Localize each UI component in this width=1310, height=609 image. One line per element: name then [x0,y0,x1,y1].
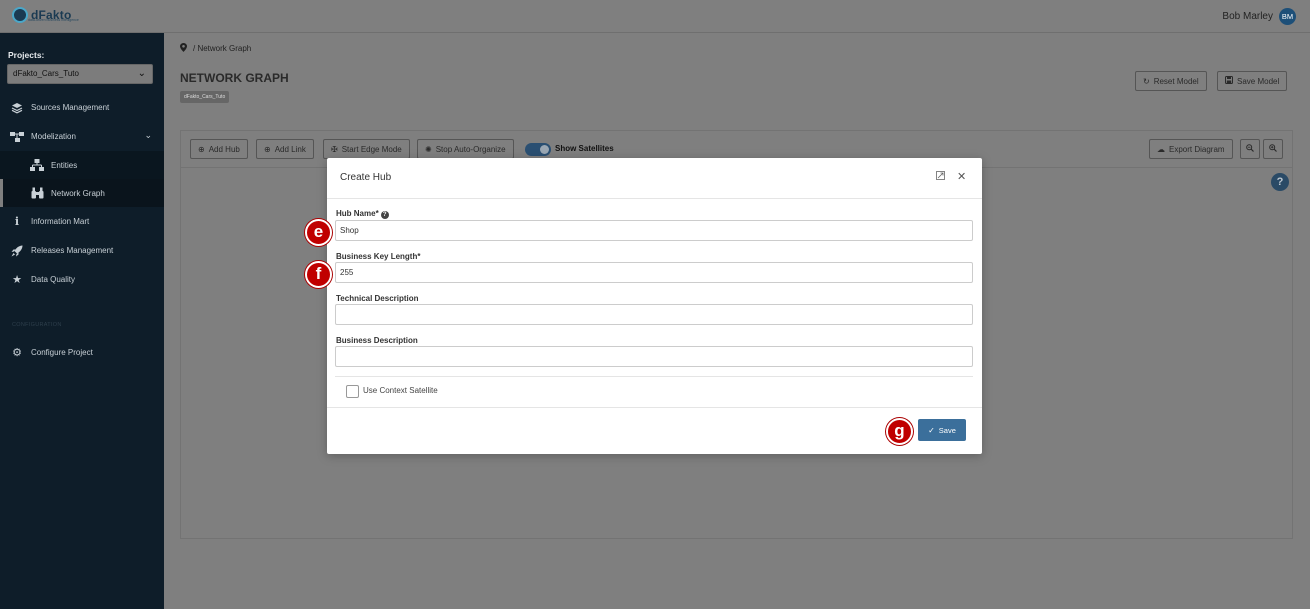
start-edge-mode-button[interactable]: ✠ Start Edge Mode [323,139,410,159]
rocket-icon [10,244,24,258]
project-select[interactable]: dFakto_Cars_Tuto ⌄ [7,64,153,84]
hub-name-label-text: Hub Name* [336,209,379,218]
edge-mode-label: Start Edge Mode [341,144,402,154]
projects-label: Projects: [8,50,45,60]
project-select-value: dFakto_Cars_Tuto [13,69,79,78]
check-icon: ✓ [928,425,935,435]
breadcrumb: / Network Graph [180,43,251,54]
sitemap-icon [10,130,24,144]
project-badge: dFakto_Cars_Tuto [180,91,230,103]
reset-model-button[interactable]: ↻ Reset Model [1135,71,1207,91]
export-diagram-label: Export Diagram [1169,144,1225,154]
sidebar-item-network-graph[interactable]: Network Graph [0,179,164,207]
sidebar-item-configure-project[interactable]: ⚙ Configure Project [0,338,164,367]
show-satellites-label: Show Satellites [555,144,614,153]
sidebar-item-releases-management[interactable]: Releases Management [0,236,164,265]
add-link-label: Add Link [274,144,306,154]
entities-icon [30,158,44,172]
annotation-marker-e: e [305,219,332,246]
map-marker-icon[interactable] [180,43,187,54]
question-circle-icon[interactable]: ? [380,211,389,219]
avatar[interactable]: BM [1279,8,1296,25]
sidebar-item-label: Sources Management [31,103,110,112]
bug-icon: ✺ [425,144,432,154]
use-context-satellite-label: Use Context Satellite [363,386,438,395]
sidebar-item-information-mart[interactable]: i Information Mart [0,207,164,236]
add-link-button[interactable]: ⊕ Add Link [256,139,314,159]
close-icon[interactable]: ✕ [957,170,966,183]
save-label: Save [938,425,956,435]
star-icon: ★ [12,274,22,286]
annotation-marker-f: f [305,261,332,288]
binoculars-icon [30,186,44,200]
add-hub-label: Add Hub [208,144,240,154]
chevron-down-icon: ⌄ [137,68,146,79]
logo-icon [12,7,28,23]
sidebar-item-modelization[interactable]: Modelization ⌄ [0,122,164,151]
sidebar-item-label: Modelization [31,132,76,141]
logo-subtitle: data-driven business intelligence [28,18,79,22]
modal-header: Create Hub ✕ [327,158,982,199]
sidebar-item-label: Entities [51,160,78,170]
save-model-button[interactable]: Save Model [1217,71,1288,91]
user-menu[interactable]: Bob Marley BM [1222,8,1296,25]
expand-icon[interactable] [936,171,945,183]
technical-description-label: Technical Description [336,294,419,303]
sidebar-item-sources-management[interactable]: Sources Management [0,93,164,122]
modal-footer-divider [327,407,982,408]
business-description-label: Business Description [336,336,418,345]
reset-model-label: Reset Model [1153,76,1199,86]
hub-name-label: Hub Name*? [336,209,389,219]
arrows-icon: ✠ [331,144,338,154]
sidebar-item-entities[interactable]: Entities [0,151,164,179]
zoom-in-button[interactable] [1263,139,1283,159]
top-bar: dFakto data-driven business intelligence… [0,0,1310,33]
breadcrumb-current: Network Graph [197,44,252,53]
auto-organize-label: Stop Auto-Organize [435,144,506,154]
help-icon[interactable]: ? [1271,173,1289,191]
sidebar-item-label: Configure Project [31,348,93,357]
sidebar-configure: ⚙ Configure Project [0,338,164,367]
sidebar: Projects: dFakto_Cars_Tuto ⌄ Sources Man… [0,33,164,609]
use-context-satellite-checkbox[interactable] [346,385,359,398]
sidebar-item-label: Information Mart [31,217,90,226]
gear-icon: ⚙ [12,347,22,359]
sidebar-item-data-quality[interactable]: ★ Data Quality [0,265,164,294]
sidebar-item-label: Releases Management [31,246,114,255]
user-name: Bob Marley [1222,11,1273,22]
save-button[interactable]: ✓ Save [918,419,966,441]
sidebar-item-label: Network Graph [51,188,105,198]
zoom-out-button[interactable] [1240,139,1260,159]
export-diagram-button[interactable]: ☁ Export Diagram [1149,139,1233,159]
cloud-download-icon: ☁ [1157,144,1165,154]
plus-circle-icon: ⊕ [264,144,271,154]
zoom-in-icon [1269,144,1277,154]
refresh-icon: ↻ [1143,76,1150,86]
business-key-length-input[interactable]: 255 [335,262,973,283]
business-key-length-label: Business Key Length* [336,252,421,261]
sidebar-nav: Sources Management Modelization ⌄ Entiti… [0,93,164,294]
configuration-section-label: CONFIGURATION [12,322,62,328]
save-model-label: Save Model [1237,76,1280,86]
create-hub-modal: Create Hub ✕ Hub Name*? Shop Business Ke… [327,158,982,454]
stop-auto-organize-button[interactable]: ✺ Stop Auto-Organize [417,139,514,159]
hub-name-input[interactable]: Shop [335,220,973,241]
sidebar-item-label: Data Quality [31,275,76,284]
floppy-icon [1225,76,1233,86]
annotation-marker-g: g [886,418,913,445]
add-hub-button[interactable]: ⊕ Add Hub [190,139,248,159]
show-satellites-toggle[interactable] [525,143,551,156]
zoom-out-icon [1246,144,1254,154]
chevron-down-icon: ⌄ [144,130,152,140]
layers-icon [10,101,24,115]
technical-description-input[interactable] [335,304,973,325]
modal-title: Create Hub [340,172,392,183]
page-title: NETWORK GRAPH [180,71,289,85]
info-icon: i [14,215,20,228]
business-description-input[interactable] [335,346,973,367]
plus-circle-icon: ⊕ [198,144,205,154]
modal-divider [335,376,973,377]
